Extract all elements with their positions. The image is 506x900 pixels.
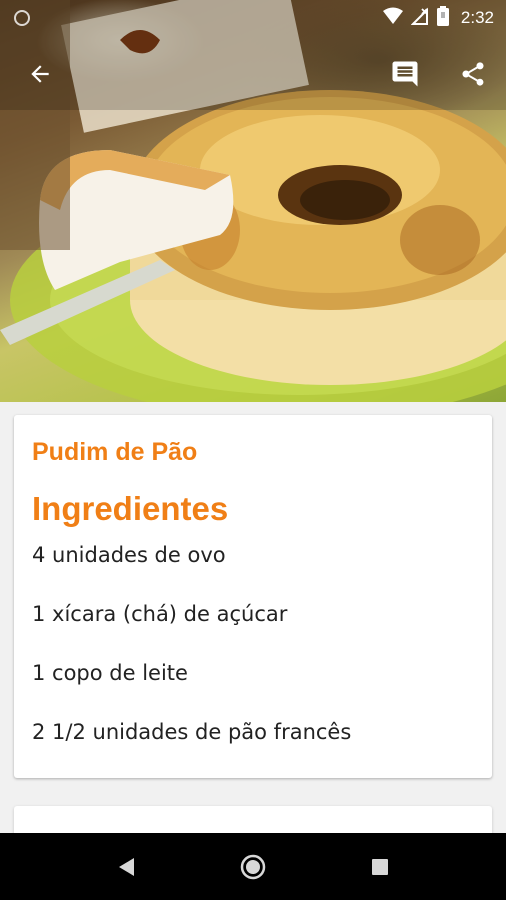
status-bar: 2:32 — [0, 0, 506, 36]
share-button[interactable] — [453, 54, 493, 94]
wifi-icon — [382, 7, 403, 29]
nav-back-icon — [119, 858, 134, 876]
recipe-screen: 2:32 Pudim de Pão Ingredientes 4 unidade… — [0, 0, 506, 900]
ingredients-heading: Ingredientes — [32, 490, 229, 527]
ingredient-item: 1 copo de leite — [32, 661, 188, 685]
navigation-bar — [0, 833, 506, 900]
comment-icon — [392, 61, 418, 87]
comments-button[interactable] — [385, 54, 425, 94]
ingredients-card: Pudim de Pão Ingredientes 4 unidades de … — [14, 415, 492, 778]
nav-home-button[interactable] — [235, 849, 271, 885]
nav-home-icon — [240, 854, 266, 880]
ingredient-item: 4 unidades de ovo — [32, 543, 226, 567]
ingredient-item: 2 1/2 unidades de pão francês — [32, 720, 352, 744]
nav-recent-icon — [372, 859, 388, 875]
signal-off-icon — [410, 7, 429, 29]
back-button[interactable] — [20, 54, 60, 94]
ingredients-list: 4 unidades de ovo 1 xícara (chá) de açúc… — [32, 541, 474, 777]
share-icon — [462, 62, 484, 86]
clock: 2:32 — [460, 8, 494, 27]
app-toolbar — [0, 50, 506, 98]
ingredient-item: 1 xícara (chá) de açúcar — [32, 602, 288, 626]
recipe-title: Pudim de Pão — [32, 438, 198, 466]
battery-icon — [436, 6, 449, 30]
nav-recent-button[interactable] — [362, 849, 398, 885]
nav-back-button[interactable] — [108, 849, 144, 885]
arrow-back-icon — [31, 65, 49, 83]
